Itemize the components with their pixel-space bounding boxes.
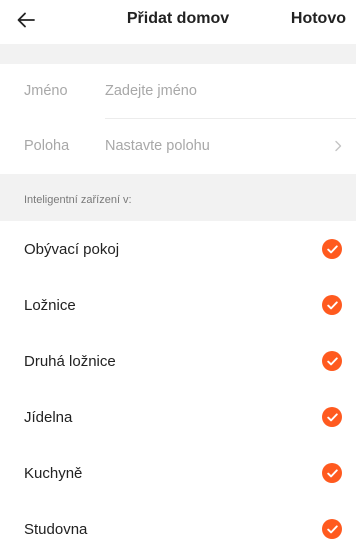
section-header: Inteligentní zařízení v: bbox=[0, 174, 356, 221]
name-row[interactable]: Jméno Zadejte jméno bbox=[0, 64, 356, 119]
check-icon[interactable] bbox=[322, 239, 342, 259]
room-item-jidelna[interactable]: Jídelna bbox=[0, 389, 356, 445]
location-row[interactable]: Poloha Nastavte polohu bbox=[0, 119, 356, 174]
home-form: Jméno Zadejte jméno Poloha Nastavte polo… bbox=[0, 64, 356, 174]
check-icon[interactable] bbox=[322, 463, 342, 483]
name-label: Jméno bbox=[24, 83, 68, 99]
room-item-kuchyne[interactable]: Kuchyně bbox=[0, 445, 356, 501]
done-button[interactable]: Hotovo bbox=[291, 10, 346, 28]
room-label: Kuchyně bbox=[24, 465, 83, 482]
top-spacer bbox=[0, 44, 356, 64]
arrow-left-icon bbox=[17, 12, 35, 28]
top-bar: Přidat domov Hotovo bbox=[0, 0, 356, 44]
chevron-right-icon bbox=[335, 140, 342, 152]
section-title: Inteligentní zařízení v: bbox=[24, 194, 132, 206]
room-label: Obývací pokoj bbox=[24, 241, 120, 258]
room-item-obyvaci-pokoj[interactable]: Obývací pokoj bbox=[0, 221, 356, 277]
check-icon[interactable] bbox=[322, 407, 342, 427]
check-icon[interactable] bbox=[322, 295, 342, 315]
location-input[interactable]: Nastavte polohu bbox=[105, 138, 210, 154]
room-label: Jídelna bbox=[24, 409, 73, 426]
back-button[interactable] bbox=[12, 6, 40, 34]
check-icon[interactable] bbox=[322, 519, 342, 539]
room-label: Studovna bbox=[24, 521, 88, 538]
check-icon[interactable] bbox=[322, 351, 342, 371]
room-item-loznice[interactable]: Ložnice bbox=[0, 277, 356, 333]
room-label: Druhá ložnice bbox=[24, 353, 116, 370]
location-label: Poloha bbox=[24, 138, 70, 154]
room-item-druha-loznice[interactable]: Druhá ložnice bbox=[0, 333, 356, 389]
room-item-studovna[interactable]: Studovna bbox=[0, 501, 356, 557]
name-input[interactable]: Zadejte jméno bbox=[105, 83, 197, 99]
room-label: Ložnice bbox=[24, 297, 76, 314]
